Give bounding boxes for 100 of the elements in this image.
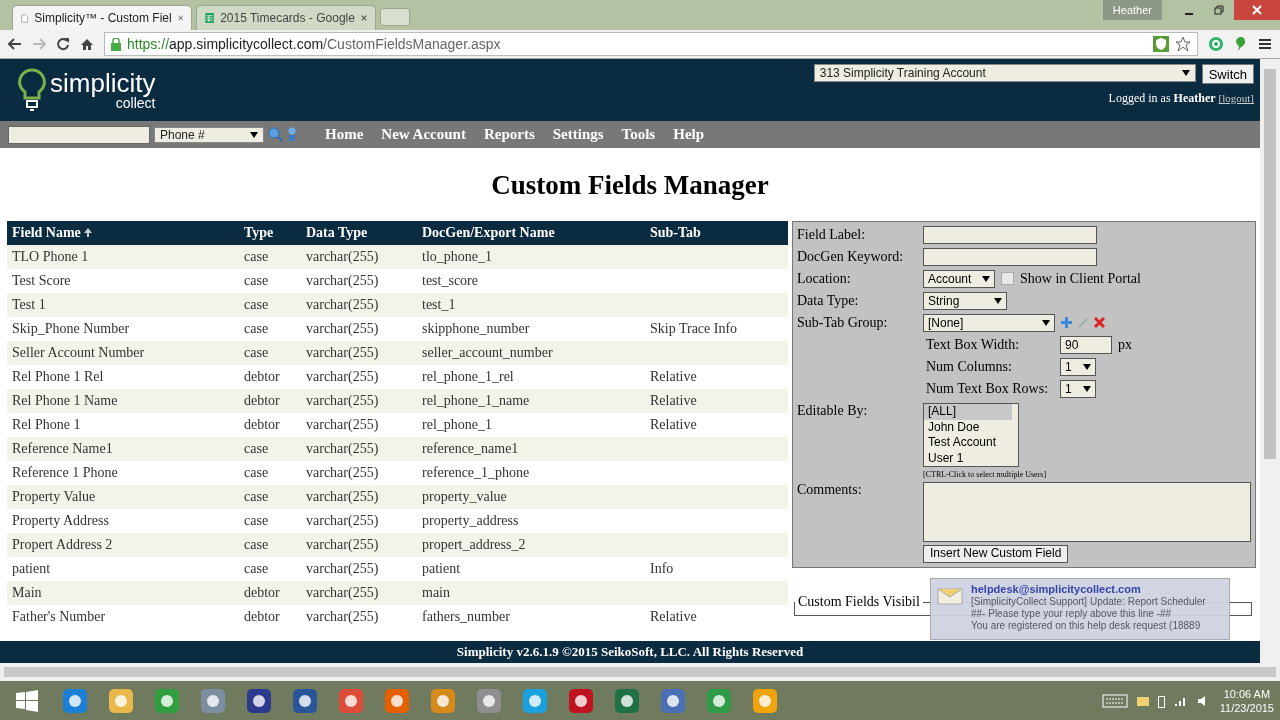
form-label: Field Label: [797,226,867,243]
shield-icon[interactable] [1153,36,1169,52]
column-header[interactable]: Sub-Tab [645,221,788,245]
table-cell: case [244,321,269,336]
table-cell: varchar(255) [306,609,379,624]
search-field[interactable] [8,125,150,144]
keyboard-icon[interactable] [1101,694,1128,708]
column-header[interactable]: Type [239,221,301,245]
back-icon[interactable] [8,38,22,50]
docgen-keyword-input[interactable] [923,247,1097,266]
column-header[interactable]: Data Type [301,221,417,245]
vertical-scrollbar[interactable] [1260,59,1280,663]
table-cell: case [244,513,269,528]
restore-icon [1214,5,1224,15]
close-button[interactable] [1234,0,1280,20]
minimize-icon [1184,13,1194,15]
notification-text: You are registered on this help desk request (18889 [971,620,1202,631]
table-cell: Rel Phone 1 Name [12,393,118,408]
table-cell: rel_phone_1_name [422,393,530,408]
table-cell: Seller Account Number [12,345,145,360]
rows-select[interactable]: 1 [1060,379,1096,398]
horizontal-scrollbar[interactable] [0,663,1280,681]
logo-subtitle: collect [115,96,156,110]
account-select[interactable]: 313 Simplicity Training Account [813,64,1196,82]
table-cell: Rel Phone 1 Rel [12,369,104,384]
mail-icon[interactable] [1136,696,1149,706]
table-cell: case [244,441,269,456]
subtab-select[interactable]: [None] [923,313,1055,332]
nav-link[interactable]: Help [673,126,705,143]
table-cell: patient [12,561,51,576]
list-option[interactable]: User 1 [924,450,1012,466]
close-icon[interactable] [177,14,183,22]
notification-sender: helpdesk@simplicitycollect.com [971,583,1142,595]
form-label: Comments: [797,482,863,498]
switch-button[interactable]: Switch [1201,64,1254,84]
columns-select[interactable]: 1 [1060,357,1096,376]
checkbox[interactable] [1001,272,1014,285]
close-icon[interactable] [360,14,367,22]
location-select[interactable]: Account [923,269,995,288]
nav-link[interactable]: Home [325,126,364,143]
nav-link[interactable]: New Account [381,126,466,143]
data-type-select[interactable]: String [923,291,1007,310]
table-cell: varchar(255) [306,273,379,288]
list-option[interactable]: Test Account [924,435,1012,451]
reload-icon[interactable] [56,37,70,51]
form-label: Num Columns: [926,358,1013,375]
width-input[interactable]: 90 [1060,335,1112,354]
address-bar[interactable]: https://app.simplicitycollect.com/CustomFieldsManager.aspx [104,32,1198,56]
menu-icon[interactable] [1258,38,1272,50]
dropdown-caret-icon [1181,70,1190,76]
add-icon[interactable] [1061,317,1072,328]
table-cell: case [244,345,269,360]
nav-link[interactable]: Settings [552,126,604,143]
browser-tab[interactable]: 2015 Timecards - Google [196,5,376,30]
table-cell: Relative [650,369,697,384]
column-header[interactable]: DocGen/Export Name [417,221,645,245]
table-cell: case [244,297,269,312]
search-type-select[interactable]: Phone # [154,126,264,143]
table-cell: rel_phone_1 [422,417,492,432]
home-icon[interactable] [80,37,94,51]
insert-button[interactable]: Insert New Custom Field [923,545,1069,563]
windows-logo-icon[interactable] [16,690,38,712]
comments-textarea[interactable] [923,482,1251,542]
search-icon[interactable] [268,127,283,142]
form-label: Num Text Box Rows: [926,380,1050,397]
list-option[interactable]: John Doe [924,419,1012,435]
field-label-input[interactable] [923,225,1097,244]
table-cell: Rel Phone 1 [12,417,81,432]
browser-tab[interactable]: Simplicity™ - Custom Fiel [12,5,192,30]
star-icon[interactable] [1175,36,1191,52]
table-cell: main [422,585,450,600]
table-cell: Test Score [12,273,71,288]
table-cell: debtor [244,369,280,384]
list-option[interactable]: [ALL] [924,404,1012,420]
clock-date[interactable]: 11/23/2015 [1219,701,1274,715]
nav-link[interactable]: Reports [483,126,535,143]
lock-icon [111,37,121,51]
clock-time[interactable]: 10:06 AM [1219,687,1274,701]
table-cell: reference_1_phone [422,465,530,480]
nav-link[interactable]: Tools [621,126,656,143]
users-listbox[interactable]: [ALL] John Doe Test Account User 1 [923,403,1019,467]
battery-icon[interactable] [1157,694,1165,708]
table-cell: case [244,249,269,264]
table-cell: case [244,561,269,576]
logout-link[interactable]: [logout] [1218,92,1254,104]
hint-text: [CTRL-Click to select multiple Users] [923,470,1048,479]
signal-icon[interactable] [1173,695,1188,707]
notification-popup[interactable]: helpdesk@simplicitycollect.com [SimplicityCollect Support] Update: Report Scheduler ##- Please type your reply above this line -## You are registered on this help desk request (18889 [930,578,1230,640]
sort-arrow-icon [83,228,92,237]
column-header[interactable]: Field Name [7,221,239,245]
person-search-icon[interactable] [287,127,297,142]
dropdown-caret-icon [1042,319,1050,326]
table-cell: varchar(255) [306,585,379,600]
page-icon [21,11,29,25]
table-cell: Info [650,561,674,576]
extension-icon[interactable] [1208,36,1224,52]
form-label: Editable By: [797,403,869,419]
delete-icon[interactable] [1094,317,1105,328]
close-icon [1252,5,1262,15]
table-cell: Skip_Phone Number [12,321,130,336]
